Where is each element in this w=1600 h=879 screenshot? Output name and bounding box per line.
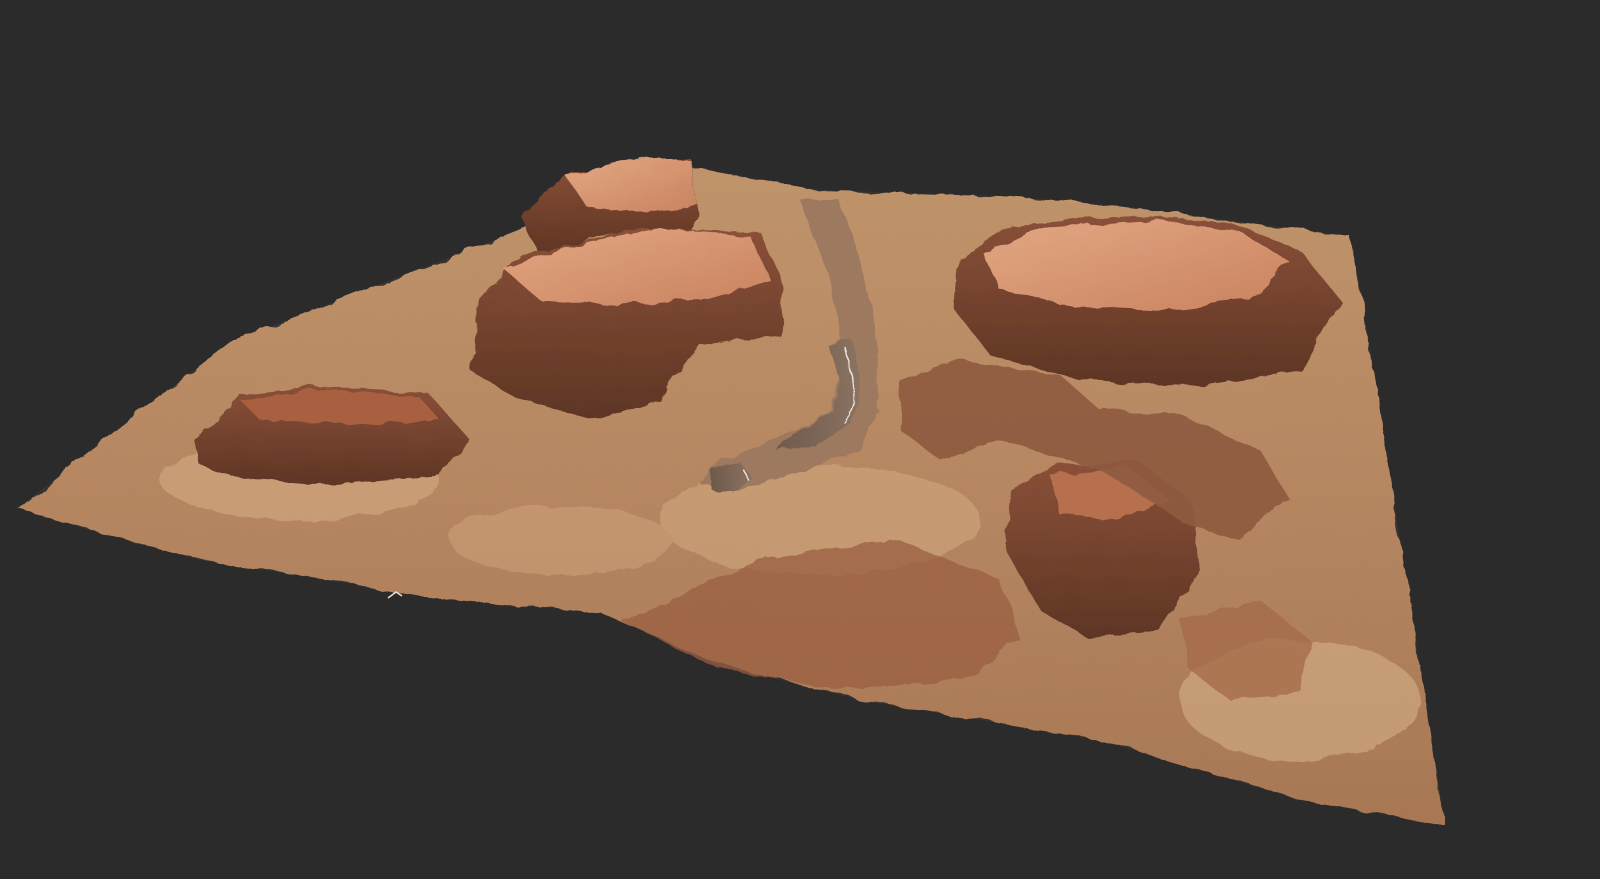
viewport[interactable] [0,0,1600,879]
water-highlight-left [387,591,403,599]
terrain-render [18,158,1445,825]
mesa-far-left [195,385,470,485]
